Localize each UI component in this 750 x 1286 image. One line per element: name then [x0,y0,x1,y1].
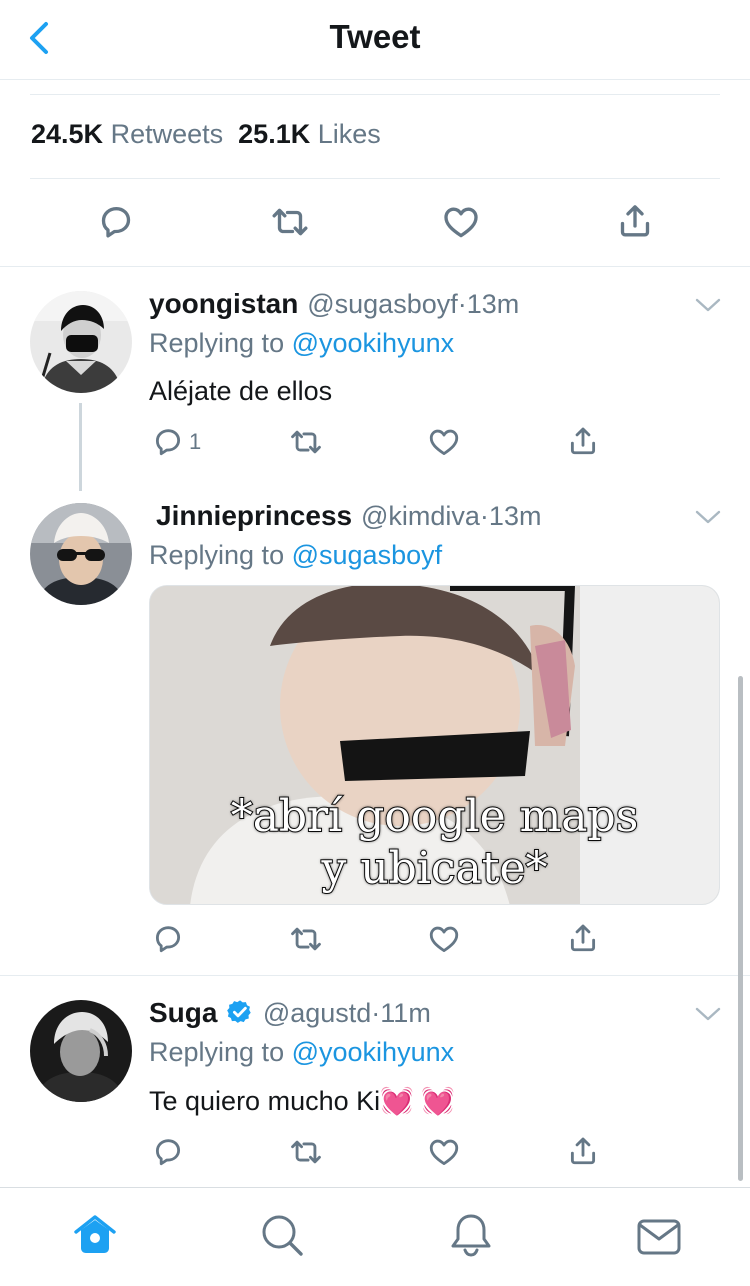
scrollbar[interactable] [738,676,743,1181]
speech-bubble-icon [151,922,185,956]
share-button[interactable] [566,921,600,960]
chevron-down-icon[interactable] [694,508,722,526]
divider [30,178,720,179]
like-button[interactable] [441,202,481,247]
divider [30,94,720,95]
display-name[interactable]: Jinnieprincess [156,500,352,531]
search-icon [262,1215,303,1256]
display-name[interactable]: yoongistan [149,288,298,319]
replying-label: Replying to [149,328,285,358]
dot-separator: · [479,501,489,531]
display-name[interactable]: Suga [149,997,217,1028]
page-title: Tweet [329,18,421,55]
home-icon [74,1215,116,1253]
retweet-button[interactable] [289,1135,323,1174]
retweets-count: 24.5K [31,119,104,149]
divider [0,975,750,976]
divider [0,266,750,267]
retweet-icon [289,425,323,459]
tweet-media-image[interactable]: *abrí google maps y ubicate* [149,585,720,905]
dot-separator: · [371,998,381,1028]
tab-search[interactable] [259,1212,305,1263]
share-icon [566,1134,600,1168]
speech-bubble-icon [151,1135,185,1169]
retweets-stat[interactable]: 24.5K Retweets [31,119,223,149]
avatar[interactable] [30,291,132,393]
reply-header: Jinnieprincess @kimdiva·13m [156,500,541,532]
share-button[interactable] [566,1134,600,1173]
like-button[interactable] [427,425,461,464]
meme-caption-line: *abrí google maps [230,790,640,843]
tab-messages[interactable] [636,1214,682,1265]
replying-label: Replying to [149,540,285,570]
bell-icon [451,1214,491,1257]
likes-stat[interactable]: 25.1K Likes [238,119,381,149]
reply-button[interactable] [96,202,136,247]
share-icon [615,201,655,241]
mail-icon [637,1219,681,1255]
reply-button[interactable]: 1 [151,425,201,459]
reply-button[interactable] [151,1135,185,1174]
speech-bubble-icon [96,202,136,242]
chevron-down-icon[interactable] [694,1005,722,1023]
likes-count: 25.1K [238,119,311,149]
tweet-text: Te quiero mucho Ki💓 💓 [149,1086,455,1116]
share-icon [566,424,600,458]
retweet-icon [289,922,323,956]
user-handle[interactable]: @sugasboyf [307,289,458,319]
reply-count: 1 [189,429,202,454]
avatar[interactable] [30,1000,132,1102]
timestamp: 11m [380,998,431,1028]
share-icon [566,921,600,955]
mention-link[interactable]: @yookihyunx [292,328,455,358]
replying-label: Replying to [149,1037,285,1067]
user-handle[interactable]: @agustd [263,998,371,1028]
heart-icon [427,1135,461,1169]
reply-header: Suga @agustd·11m [149,997,431,1029]
heart-icon [427,425,461,459]
mention-link[interactable]: @sugasboyf [292,540,443,570]
replying-to: Replying to @sugasboyf [149,540,442,571]
timestamp: 13m [466,289,520,319]
avatar[interactable] [30,503,132,605]
avatar-photo [30,1000,132,1102]
dot-separator: · [457,289,467,319]
retweet-button[interactable] [270,202,310,247]
avatar-photo [30,503,132,605]
timestamp: 13m [488,501,542,531]
heart-icon [427,922,461,956]
tab-home[interactable] [72,1212,118,1263]
verified-badge-icon [227,1000,251,1023]
engagement-stats: 24.5K Retweets 25.1K Likes [31,119,381,150]
reply-header: yoongistan @sugasboyf·13m [149,288,519,320]
likes-label: Likes [317,119,381,149]
share-button[interactable] [615,201,655,246]
meme-caption-line: y ubicate* [320,842,548,895]
heart-icon [441,202,481,242]
tab-bar [0,1187,750,1286]
speech-bubble-icon [151,425,185,459]
replying-to: Replying to @yookihyunx [149,328,454,359]
reply-button[interactable] [151,922,185,961]
retweet-button[interactable] [289,922,323,961]
tweet-text: Aléjate de ellos [149,376,333,406]
user-handle[interactable]: @kimdiva [361,501,480,531]
meme-caption: *abrí google maps y ubicate* [150,790,719,895]
chevron-down-icon[interactable] [694,296,722,314]
retweet-icon [289,1135,323,1169]
tab-notifications[interactable] [448,1212,494,1263]
retweets-label: Retweets [110,119,224,149]
mention-link[interactable]: @yookihyunx [292,1037,455,1067]
nav-header: Tweet [0,0,750,80]
like-button[interactable] [427,922,461,961]
retweet-button[interactable] [289,425,323,464]
avatar-photo [30,291,132,393]
share-button[interactable] [566,424,600,463]
thread-line [79,403,82,491]
like-button[interactable] [427,1135,461,1174]
retweet-icon [270,202,310,242]
replying-to: Replying to @yookihyunx [149,1037,454,1068]
